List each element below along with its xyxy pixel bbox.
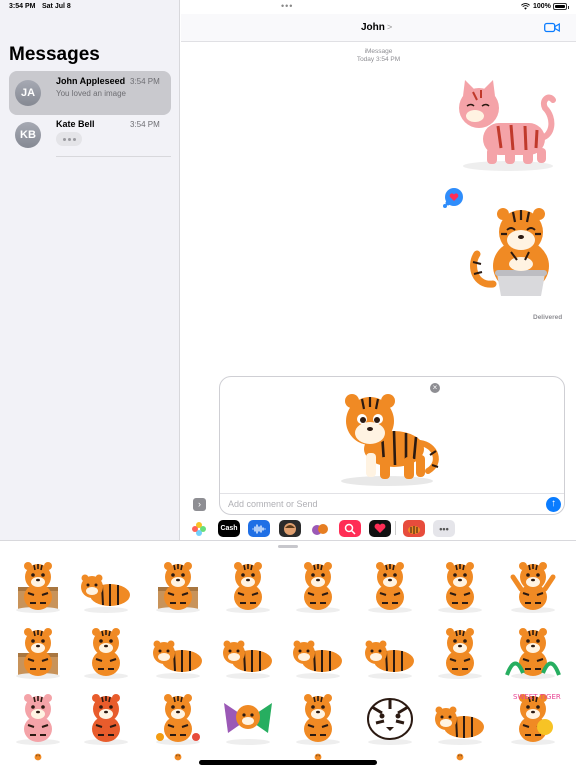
sticker-tiger-with-flowers[interactable] xyxy=(150,689,206,745)
sidebar-title: Messages xyxy=(9,44,100,65)
conversation-sidebar: Messages JA John Appleseed 3:54 PM You l… xyxy=(0,0,180,540)
contact-name[interactable]: John xyxy=(361,22,385,33)
photos-app-icon[interactable] xyxy=(188,520,210,537)
search-images-icon[interactable] xyxy=(339,520,361,537)
sticker-pink-cat[interactable] xyxy=(453,78,568,173)
multitasking-dots[interactable]: ••• xyxy=(281,1,293,11)
sticker-partial[interactable] xyxy=(10,753,66,768)
conversation-preview: You loved an image xyxy=(56,89,126,98)
sticker-tiger-in-leaves[interactable] xyxy=(505,623,561,679)
home-indicator xyxy=(199,760,377,765)
apple-cash-app-icon[interactable]: Cash xyxy=(218,520,240,537)
chevron-right-icon[interactable]: > xyxy=(387,22,392,32)
status-date: Sat Jul 8 xyxy=(42,3,71,10)
cash-label: Cash xyxy=(220,525,238,532)
heart-tapback-icon[interactable] xyxy=(442,187,464,209)
battery-icon xyxy=(553,3,569,10)
sticker-tiger-red-sitting[interactable] xyxy=(78,689,134,745)
sticker-tiger-leaping[interactable] xyxy=(150,623,206,679)
sticker-tiger-pink[interactable] xyxy=(10,689,66,745)
divider xyxy=(395,521,396,535)
heart-stickers-icon[interactable] xyxy=(369,520,391,537)
svg-text:SWEET TIGER!: SWEET TIGER! xyxy=(513,693,561,701)
more-apps-button[interactable]: ••• xyxy=(433,520,455,537)
memoji-icon[interactable] xyxy=(279,520,301,537)
sticker-tiger-chubby[interactable] xyxy=(220,557,276,613)
conversation-time: 3:54 PM xyxy=(130,120,160,129)
divider xyxy=(56,156,171,157)
audio-message-icon[interactable] xyxy=(248,520,270,537)
imessage-app-bar: Cash ••• xyxy=(181,516,576,540)
sticker-tiger-sleeping[interactable] xyxy=(220,623,276,679)
delivered-receipt: Delivered xyxy=(533,314,563,321)
tiger-stickers-app-icon[interactable] xyxy=(403,520,425,537)
sticker-tiger-crouched[interactable] xyxy=(432,689,488,745)
sticker-tiger-walking[interactable] xyxy=(290,623,346,679)
conversation-header: John > xyxy=(181,14,576,42)
facetime-video-icon[interactable] xyxy=(544,22,560,33)
send-button[interactable]: ↑ xyxy=(546,497,561,512)
typing-indicator xyxy=(56,132,82,146)
sticker-tiger-lying[interactable] xyxy=(78,557,134,613)
divider xyxy=(220,493,564,494)
conversation-name: Kate Bell xyxy=(56,119,95,129)
sticker-tiger-face[interactable] xyxy=(362,689,418,745)
sticker-tiger-pot[interactable] xyxy=(463,204,568,304)
sticker-tiger-prowling[interactable] xyxy=(362,623,418,679)
conversation-name: John Appleseed xyxy=(56,76,126,86)
sticker-tiger-cardboard-box[interactable] xyxy=(10,623,66,679)
sticker-tiger-standing[interactable] xyxy=(290,557,346,613)
sticker-tiger-in-box[interactable] xyxy=(150,557,206,613)
sticker-tiger-curled[interactable] xyxy=(432,557,488,613)
wifi-icon xyxy=(521,3,530,10)
sticker-tiger-baby[interactable] xyxy=(290,689,346,745)
sticker-tiger-sitting-box[interactable] xyxy=(10,557,66,613)
sticker-partial[interactable] xyxy=(150,753,206,768)
sticker-drawer: SWEET TIGER! xyxy=(0,540,576,768)
message-timestamp: Today 3:54 PM xyxy=(356,56,401,63)
battery-percent: 100% xyxy=(533,3,551,10)
drawer-grabber[interactable] xyxy=(278,545,298,548)
message-input[interactable] xyxy=(228,497,528,511)
attached-sticker-tiger[interactable] xyxy=(332,385,452,489)
compose-field[interactable]: × ↑ xyxy=(219,376,565,515)
avatar: JA xyxy=(15,80,41,106)
conversation-time: 3:54 PM xyxy=(130,77,160,86)
sticker-app-icon[interactable] xyxy=(309,520,331,537)
sticker-tiger-front[interactable] xyxy=(78,623,134,679)
sticker-tiger-colorful-wings[interactable] xyxy=(220,689,276,745)
service-timestamp: iMessage Today 3:54 PM xyxy=(181,48,576,64)
sticker-tiger-arms-up[interactable] xyxy=(505,557,561,613)
sticker-partial[interactable] xyxy=(432,753,488,768)
service-label: iMessage xyxy=(364,48,393,55)
sticker-tiger-sweet-text[interactable]: SWEET TIGER! xyxy=(505,689,561,745)
app-drawer-toggle-button[interactable]: › xyxy=(193,498,206,511)
status-bar: 3:54 PM Sat Jul 8 ••• 100% xyxy=(0,0,576,14)
conversation-pane: John > iMessage Today 3:54 PM Delivered … xyxy=(181,0,576,540)
sticker-tiger-sitting-angry[interactable] xyxy=(432,623,488,679)
avatar: KB xyxy=(15,122,41,148)
sticker-tiger-waving[interactable] xyxy=(362,557,418,613)
status-time: 3:54 PM xyxy=(9,3,36,10)
